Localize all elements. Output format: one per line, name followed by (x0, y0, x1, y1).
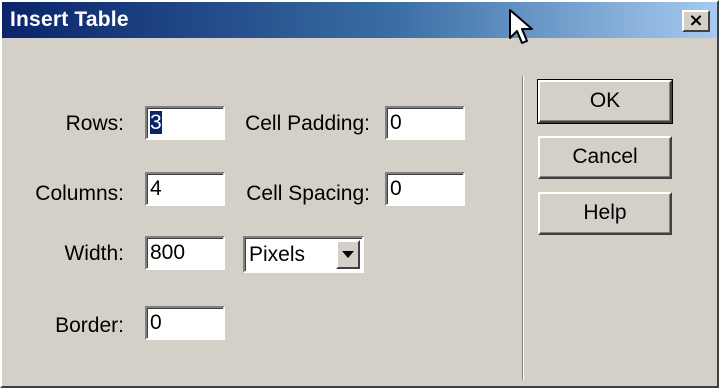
width-unit-select[interactable]: Pixels (243, 236, 364, 273)
title-bar[interactable]: Insert Table × (2, 2, 717, 38)
cell-spacing-label: Cell Spacing: (246, 182, 370, 205)
cancel-button[interactable]: Cancel (538, 136, 672, 179)
width-unit-value: Pixels (249, 243, 306, 266)
help-button[interactable]: Help (538, 192, 672, 235)
chevron-down-icon[interactable] (336, 240, 360, 269)
close-button[interactable]: × (682, 10, 710, 32)
vertical-divider (522, 76, 524, 380)
mouse-pointer-icon (509, 9, 533, 44)
width-label: Width: (64, 242, 124, 265)
cell-spacing-input[interactable]: 0 (385, 172, 465, 206)
border-input[interactable]: 0 (145, 306, 225, 340)
rows-value: 3 (150, 111, 162, 134)
width-input[interactable]: 800 (145, 236, 225, 270)
cell-padding-label: Cell Padding: (245, 112, 370, 135)
rows-input[interactable]: 3 (145, 106, 225, 140)
cell-padding-input[interactable]: 0 (385, 106, 465, 140)
window-title: Insert Table (10, 8, 129, 31)
close-icon: × (688, 10, 704, 31)
rows-label: Rows: (65, 112, 124, 135)
columns-label: Columns: (35, 182, 124, 205)
ok-button[interactable]: OK (537, 79, 673, 124)
border-label: Border: (55, 314, 124, 337)
columns-input[interactable]: 4 (145, 172, 225, 206)
insert-table-dialog: Insert Table × Rows: Columns: Width: Bor… (0, 0, 719, 388)
